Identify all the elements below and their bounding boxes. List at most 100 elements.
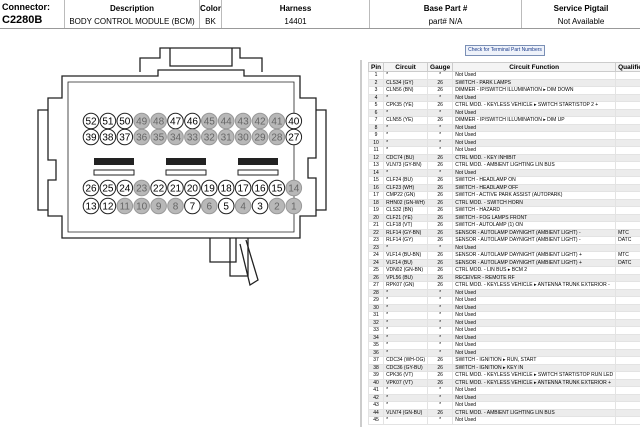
gauge: *	[427, 296, 454, 305]
table-row[interactable]: 40 VPK07 (VT) 26 CTRL MOD. - KEYLESS VEHICL…	[367, 378, 640, 387]
pin-number: 7	[367, 116, 385, 125]
table-row[interactable]: 15 CLF24 (BU) 26 SWITCH - HEADLAMP ON	[367, 176, 640, 185]
circuit-code: VPL56 (BU)	[383, 273, 429, 282]
table-row[interactable]: 27 RPK07 (GN) 26 CTRL MOD. - KEYLESS VEHICL…	[367, 281, 640, 290]
table-row[interactable]: 42 * * Not Used	[367, 393, 640, 402]
table-row[interactable]: 9 * * Not Used	[367, 131, 640, 140]
table-row[interactable]: 41 * * Not Used	[367, 386, 640, 395]
pin-label: 5	[223, 202, 229, 213]
table-row[interactable]: 12 CDC74 (BU) 26 CTRL MOD. - KEY INHIBIT	[367, 153, 640, 162]
table-row[interactable]: 23 RLF14 (GY) 26 SENSOR - AUTOLAMP DAYNIGHT…	[367, 236, 640, 245]
table-row[interactable]: 10 * * Not Used	[367, 138, 640, 147]
pin-number: 28	[367, 288, 385, 297]
table-row[interactable]: 29 * * Not Used	[367, 296, 640, 305]
gauge: 26	[427, 251, 454, 260]
pin-number: 34	[367, 333, 385, 342]
pin-label: 18	[221, 184, 233, 195]
circuit-code: VLN73 (GY-BN)	[383, 161, 429, 170]
qualifier	[615, 153, 640, 162]
pin-table-body: 1 * * Not Used 2 CLS34 (GY) 26 SWITCH - PARK LA…	[367, 71, 640, 425]
table-row[interactable]: 30 * * Not Used	[367, 303, 640, 312]
table-row[interactable]: 5 CPK35 (YE) 26 CTRL MOD. - KEYLESS VEHICLE…	[367, 101, 640, 110]
table-row[interactable]: 23 * * Not Used	[367, 243, 640, 252]
table-row[interactable]: 35 * * Not Used	[367, 341, 640, 350]
table-row[interactable]: 43 * * Not Used	[367, 401, 640, 410]
qualifier	[615, 311, 640, 320]
table-row[interactable]: 18 RHN02 (GN-WH) 26 CTRL MOD. - SWITCH HORN	[367, 198, 640, 207]
pin-number: 17	[367, 191, 385, 200]
pin-label: 9	[156, 202, 162, 213]
table-row[interactable]: 14 * * Not Used	[367, 168, 640, 177]
gauge: 26	[427, 356, 454, 365]
basepart-value: part# N/A	[428, 17, 463, 26]
table-row[interactable]: 19 CLS32 (BN) 26 SWITCH - HAZARD	[367, 206, 640, 215]
table-row[interactable]: 32 * * Not Used	[367, 318, 640, 327]
connector-top-latch	[139, 47, 263, 72]
gauge: *	[427, 341, 454, 350]
table-row[interactable]: 28 * * Not Used	[367, 288, 640, 297]
pin-number: 30	[367, 303, 385, 312]
terminal-part-numbers-button[interactable]: Check for Terminal Part Numbers	[465, 45, 545, 56]
table-row[interactable]: 45 * * Not Used	[367, 416, 640, 425]
circuit-function: Not Used	[452, 326, 617, 335]
pin-label: 48	[153, 117, 165, 128]
table-row[interactable]: 3 CLN56 (BN) 26 DIMMER - IP/SWITCH ILLUMINA…	[367, 86, 640, 95]
pin-number: 12	[367, 153, 385, 162]
circuit-function: SWITCH - HAZARD	[452, 206, 617, 215]
circuit-function: CTRL MOD. - AMBIENT LIGHTING LIN BUS	[452, 408, 617, 417]
table-row[interactable]: 1 * * Not Used	[367, 71, 640, 80]
qualifier	[615, 206, 640, 215]
circuit-code: RLF14 (GY-BN)	[383, 228, 429, 237]
circuit-function: Not Used	[452, 311, 617, 320]
table-row[interactable]: 36 * * Not Used	[367, 348, 640, 357]
table-row[interactable]: 24 VLF14 (BU-BN) 26 SENSOR - AUTOLAMP DAYNI…	[367, 251, 640, 260]
circuit-code: VPK07 (VT)	[383, 378, 429, 387]
qualifier	[615, 371, 640, 380]
table-row[interactable]: 6 * * Not Used	[367, 108, 640, 117]
pigtail-value: Not Available	[557, 17, 605, 26]
table-row[interactable]: 38 CDC36 (GY-BU) 26 SWITCH - IGNITION ▸ KEY…	[367, 363, 640, 372]
table-row[interactable]: 13 VLN73 (GY-BN) 26 CTRL MOD. - AMBIENT LIG…	[367, 161, 640, 170]
circuit-code: CMP22 (GN)	[383, 191, 429, 200]
table-row[interactable]: 11 * * Not Used	[367, 146, 640, 155]
table-row[interactable]: 25 VDN02 (GN-BN) 26 CTRL MOD. - LIN BUS ▸ B…	[367, 266, 640, 275]
qualifier	[615, 191, 640, 200]
circuit-function: Not Used	[452, 416, 617, 425]
table-row[interactable]: 20 CLF21 (YE) 26 SWITCH - FOG LAMPS FRONT	[367, 213, 640, 222]
table-row[interactable]: 26 VPL56 (BU) 26 RECEIVER - REMOTE RF	[367, 273, 640, 282]
connector-label: Connector:	[2, 2, 50, 12]
table-row[interactable]: 8 * * Not Used	[367, 123, 640, 132]
pin-label: 42	[254, 117, 266, 128]
table-row[interactable]: 7 CLN55 (YE) 26 DIMMER - IP/SWITCH ILLUMINA…	[367, 116, 640, 125]
qualifier	[615, 93, 640, 102]
gauge: 26	[427, 363, 454, 372]
circuit-code: VLF14 (BU)	[383, 258, 429, 267]
table-row[interactable]: 2 CLS34 (GY) 26 SWITCH - PARK LAMPS	[367, 78, 640, 87]
table-row[interactable]: 17 CMP22 (GN) 26 SWITCH - ACTIVE PARK ASSIS…	[367, 191, 640, 200]
pin-label: 47	[170, 117, 182, 128]
circuit-code: CPK36 (VT)	[383, 371, 429, 380]
circuit-function: Not Used	[452, 401, 617, 410]
table-row[interactable]: 37 CDC34 (WH-OG) 26 SWITCH - IGNITION ▸ RUN…	[367, 356, 640, 365]
table-row[interactable]: 44 VLN74 (GN-BU) 26 CTRL MOD. - AMBIENT LIG…	[367, 408, 640, 417]
table-row[interactable]: 31 * * Not Used	[367, 311, 640, 320]
harness-cell: Harness 14401	[222, 0, 370, 28]
table-row[interactable]: 4 * * Not Used	[367, 93, 640, 102]
circuit-function: SWITCH - AUTOLAMP (1) ON	[452, 221, 617, 230]
table-row[interactable]: 39 CPK36 (VT) 26 CTRL MOD. - KEYLESS VEHICL…	[367, 371, 640, 380]
circuit-code: *	[383, 131, 429, 140]
qualifier	[615, 348, 640, 357]
table-row[interactable]: 21 CLF18 (VT) 26 SWITCH - AUTOLAMP (1) ON	[367, 221, 640, 230]
circuit-code: CDC34 (WH-OG)	[383, 356, 429, 365]
harness-value: 14401	[284, 17, 307, 26]
table-row[interactable]: 33 * * Not Used	[367, 326, 640, 335]
pin-number: 41	[367, 386, 385, 395]
table-row[interactable]: 22 RLF14 (GY-BN) 26 SENSOR - AUTOLAMP DAYNI…	[367, 228, 640, 237]
pin-label: 24	[119, 184, 131, 195]
pin-number: 43	[367, 401, 385, 410]
circuit-function: DIMMER - IP/SWITCH ILLUMINATION ▸ DIM DO…	[452, 86, 617, 95]
function-column-header: Circuit Function	[452, 62, 617, 72]
table-row[interactable]: 34 * * Not Used	[367, 333, 640, 342]
table-row[interactable]: 16 CLF23 (WH) 26 SWITCH - HEADLAMP OFF	[367, 183, 640, 192]
table-row[interactable]: 24 VLF14 (BU) 26 SENSOR - AUTOLAMP DAYNIGHT…	[367, 258, 640, 267]
